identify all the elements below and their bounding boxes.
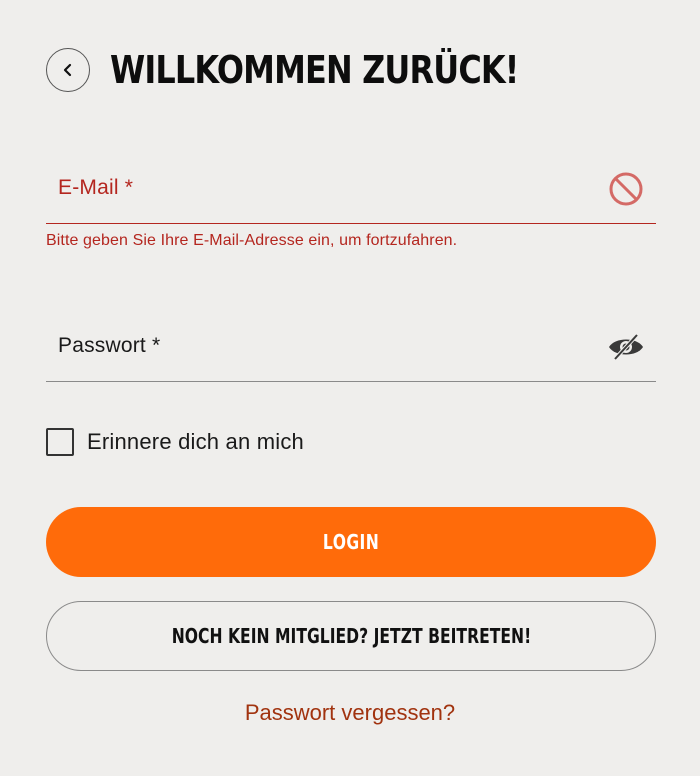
join-button-label: NOCH KEIN MITGLIED? JETZT BEITRETEN! bbox=[171, 624, 531, 648]
remember-me-label: Erinnere dich an mich bbox=[87, 429, 304, 454]
join-button[interactable]: NOCH KEIN MITGLIED? JETZT BEITRETEN! bbox=[46, 601, 656, 671]
forgot-password-link[interactable]: Passwort vergessen? bbox=[0, 698, 700, 728]
email-error-message: Bitte geben Sie Ihre E-Mail-Adresse ein,… bbox=[46, 232, 458, 249]
chevron-left-icon bbox=[61, 63, 75, 77]
eye-slash-icon[interactable] bbox=[606, 327, 646, 367]
login-button[interactable]: LOGIN bbox=[46, 507, 656, 577]
email-field[interactable]: E-Mail * bbox=[46, 160, 656, 224]
remember-me-checkbox[interactable] bbox=[46, 428, 74, 456]
login-button-label: LOGIN bbox=[322, 530, 380, 554]
invalid-icon bbox=[606, 169, 646, 209]
page-title: WILLKOMMEN ZURÜCK! bbox=[110, 48, 519, 92]
password-field[interactable]: Passwort * bbox=[46, 318, 656, 382]
remember-me-option[interactable]: Erinnere dich an mich bbox=[46, 428, 304, 456]
back-button[interactable] bbox=[46, 48, 90, 92]
